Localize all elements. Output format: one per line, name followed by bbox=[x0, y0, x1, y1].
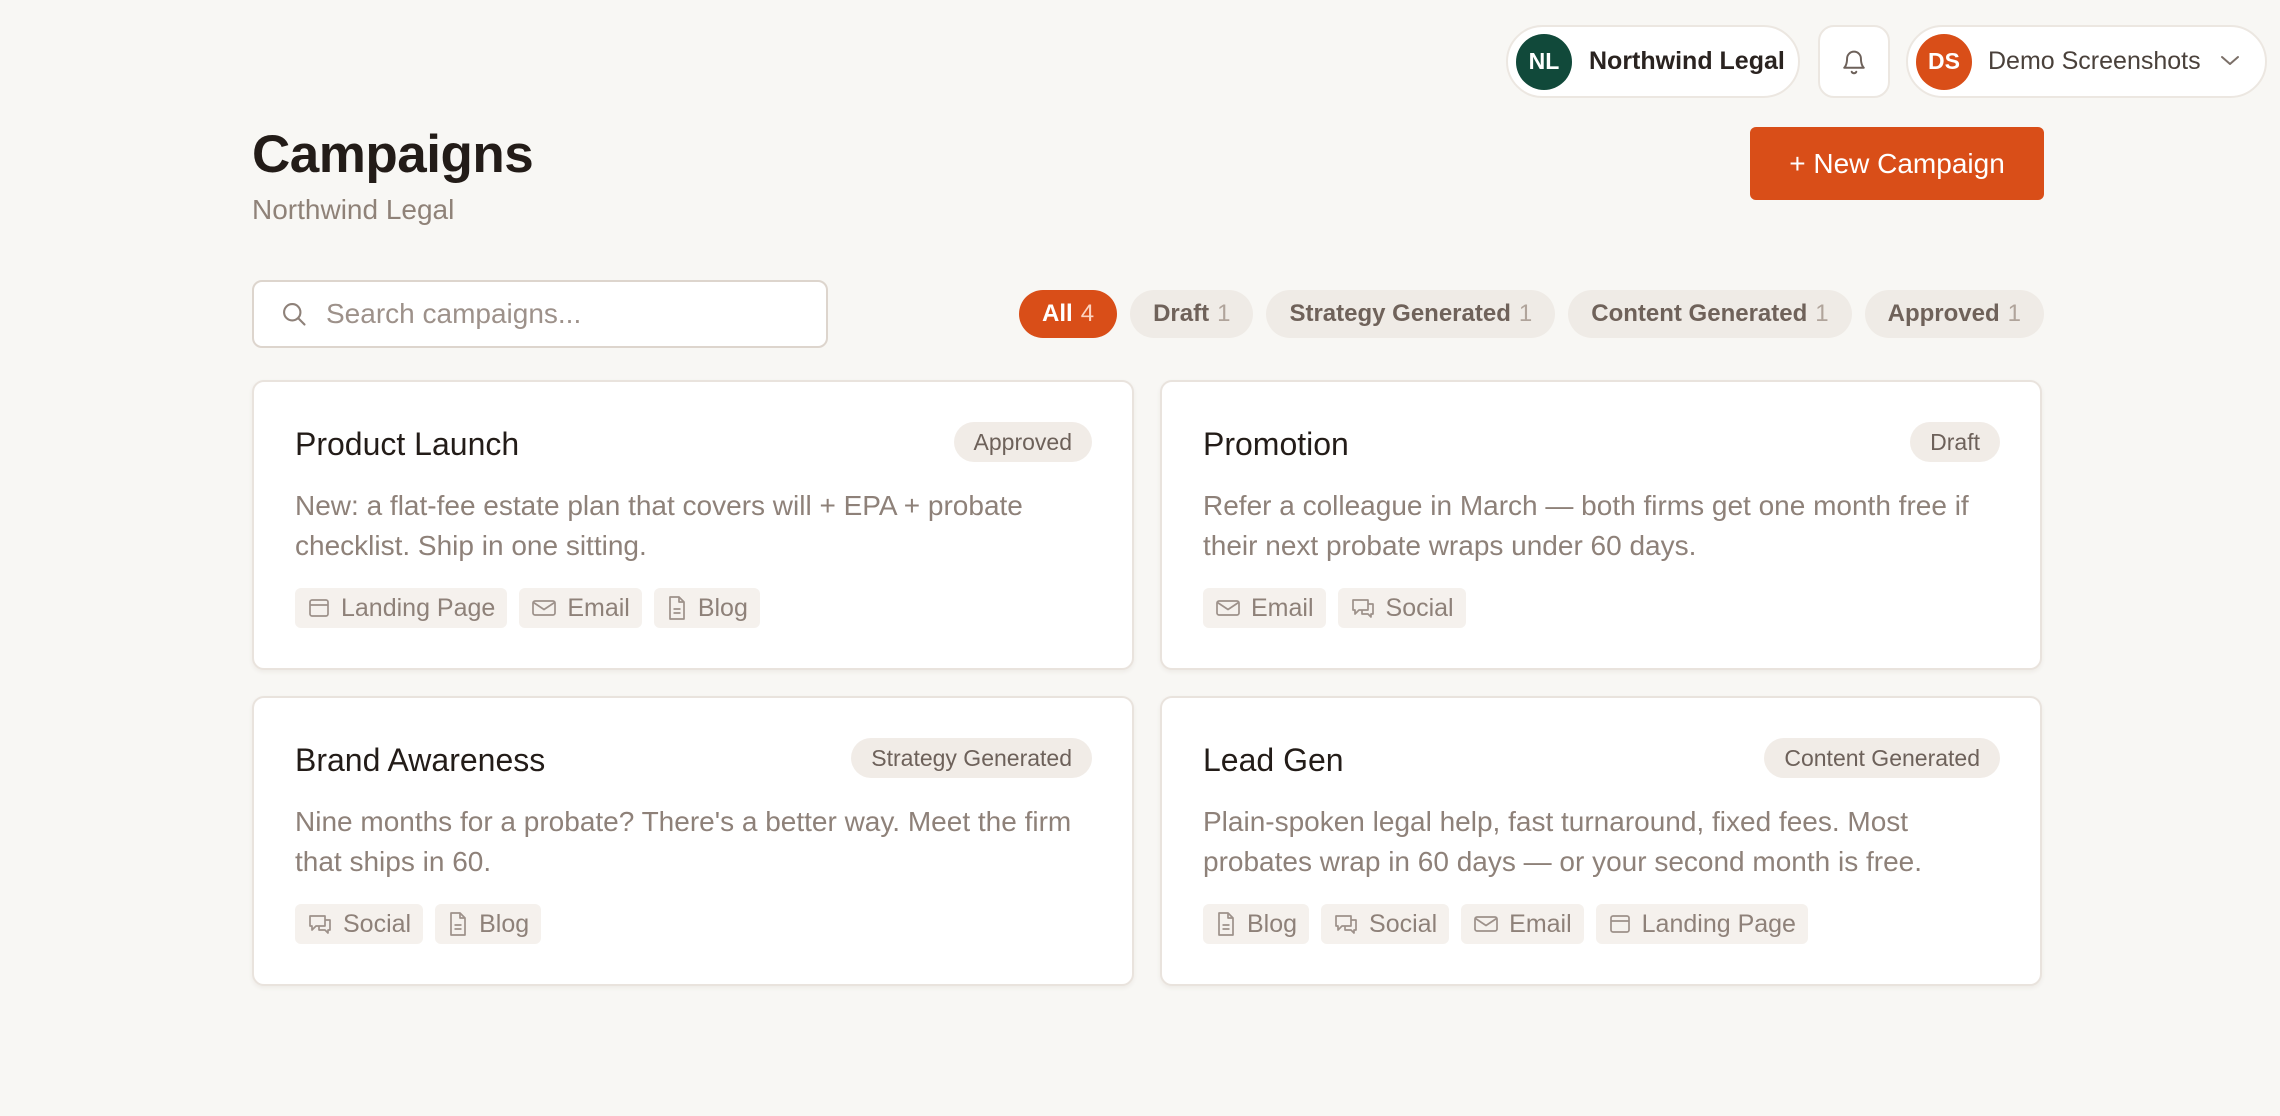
filter-strategy-generated[interactable]: Strategy Generated 1 bbox=[1266, 290, 1556, 338]
filter-label: All bbox=[1042, 300, 1073, 327]
filter-label: Strategy Generated bbox=[1289, 300, 1511, 327]
user-avatar: DS bbox=[1916, 33, 1972, 90]
landing-page-icon bbox=[1609, 915, 1630, 933]
landing-page-icon bbox=[309, 599, 329, 617]
blog-icon bbox=[668, 596, 685, 620]
page-subtitle: Northwind Legal bbox=[252, 194, 455, 225]
page-title: Campaigns bbox=[252, 125, 534, 184]
campaign-title: Brand Awareness bbox=[295, 742, 546, 778]
channel-tag-social: Social bbox=[1337, 588, 1466, 628]
campaign-card-brand-awareness[interactable]: Brand Awareness Strategy Generated Nine … bbox=[252, 696, 1134, 986]
channel-label: Social bbox=[1385, 593, 1454, 622]
campaign-card-promotion[interactable]: Promotion Draft Refer a colleague in Mar… bbox=[1160, 380, 2042, 670]
filter-label: Approved bbox=[1887, 300, 2000, 327]
email-icon bbox=[1216, 600, 1240, 616]
channel-tag-email: Email bbox=[519, 588, 642, 628]
filter-label: Draft bbox=[1153, 300, 1210, 327]
search-box[interactable] bbox=[252, 280, 828, 348]
social-icon bbox=[309, 915, 331, 934]
campaign-title: Product Launch bbox=[295, 426, 520, 462]
status-badge: Approved bbox=[953, 422, 1092, 462]
filter-draft[interactable]: Draft 1 bbox=[1130, 290, 1254, 338]
channel-label: Blog bbox=[479, 909, 530, 938]
status-badge: Draft bbox=[1910, 422, 2000, 462]
filter-count: 4 bbox=[1080, 300, 1095, 327]
email-icon bbox=[532, 600, 557, 616]
campaign-card-lead-gen[interactable]: Lead Gen Content Generated Plain-spoken … bbox=[1160, 696, 2042, 986]
channel-label: Blog bbox=[1247, 909, 1298, 938]
new-campaign-button[interactable]: + New Campaign bbox=[1750, 127, 2044, 200]
social-icon bbox=[1351, 599, 1374, 618]
channel-label: Landing Page bbox=[1641, 909, 1796, 938]
status-badge: Strategy Generated bbox=[851, 738, 1092, 778]
filter-count: 1 bbox=[1518, 300, 1533, 327]
blog-icon bbox=[450, 912, 466, 936]
campaign-title: Lead Gen bbox=[1203, 742, 1344, 778]
notifications-button[interactable] bbox=[1818, 25, 1890, 98]
channel-tag-landing-page: Landing Page bbox=[1595, 904, 1808, 944]
channel-label: Social bbox=[1369, 909, 1438, 938]
channel-label: Email bbox=[567, 593, 630, 622]
filter-all[interactable]: All 4 bbox=[1019, 290, 1118, 338]
campaign-description: Nine months for a probate? There's a bet… bbox=[295, 806, 1072, 877]
channel-tags: Blog Social Email Landing Page bbox=[1203, 904, 1808, 944]
channel-label: Blog bbox=[697, 593, 748, 622]
channel-tag-blog: Blog bbox=[1203, 904, 1310, 944]
channel-tag-landing-page: Landing Page bbox=[295, 588, 508, 628]
channel-tag-blog: Blog bbox=[435, 904, 542, 944]
channel-label: Social bbox=[343, 909, 412, 938]
channel-tags: Social Blog bbox=[295, 904, 542, 944]
user-name: Demo Screenshots bbox=[1988, 47, 2201, 75]
org-avatar: NL bbox=[1516, 33, 1572, 90]
filter-content-generated[interactable]: Content Generated 1 bbox=[1568, 290, 1852, 338]
channel-tags: Email Social bbox=[1203, 588, 1466, 628]
filter-count: 1 bbox=[1217, 300, 1231, 327]
bell-icon bbox=[1843, 50, 1865, 74]
campaign-description: New: a flat-fee estate plan that covers … bbox=[295, 490, 1023, 561]
campaign-title: Promotion bbox=[1203, 426, 1349, 462]
chevron-down-icon bbox=[2221, 56, 2239, 65]
campaign-card-product-launch[interactable]: Product Launch Approved New: a flat-fee … bbox=[252, 380, 1134, 670]
channel-tag-social: Social bbox=[1321, 904, 1450, 944]
channel-tag-blog: Blog bbox=[653, 588, 760, 628]
filter-count: 1 bbox=[2007, 300, 2021, 327]
search-input[interactable] bbox=[326, 298, 806, 330]
status-badge: Content Generated bbox=[1764, 738, 2000, 778]
channel-label: Email bbox=[1251, 593, 1314, 622]
filter-approved[interactable]: Approved 1 bbox=[1864, 290, 2044, 338]
channel-tag-social: Social bbox=[295, 904, 424, 944]
user-menu[interactable]: DS Demo Screenshots bbox=[1906, 25, 2267, 98]
search-icon bbox=[283, 303, 306, 326]
campaign-description: Refer a colleague in March — both firms … bbox=[1203, 490, 1969, 561]
channel-label: Email bbox=[1509, 909, 1572, 938]
filter-label: Content Generated bbox=[1591, 300, 1808, 327]
filter-count: 1 bbox=[1815, 300, 1829, 327]
channel-tags: Landing Page Email Blog bbox=[295, 588, 760, 628]
channel-tag-email: Email bbox=[1203, 588, 1326, 628]
social-icon bbox=[1335, 915, 1357, 934]
org-name: Northwind Legal bbox=[1589, 47, 1785, 75]
channel-label: Landing Page bbox=[341, 593, 496, 622]
blog-icon bbox=[1218, 912, 1234, 936]
org-switcher[interactable]: NL Northwind Legal bbox=[1506, 25, 1800, 98]
status-filters: All 4 Draft 1 Strategy Generated 1 Conte… bbox=[1019, 290, 2044, 338]
campaign-description: Plain-spoken legal help, fast turnaround… bbox=[1203, 806, 1923, 877]
email-icon bbox=[1474, 916, 1498, 932]
channel-tag-email: Email bbox=[1461, 904, 1584, 944]
